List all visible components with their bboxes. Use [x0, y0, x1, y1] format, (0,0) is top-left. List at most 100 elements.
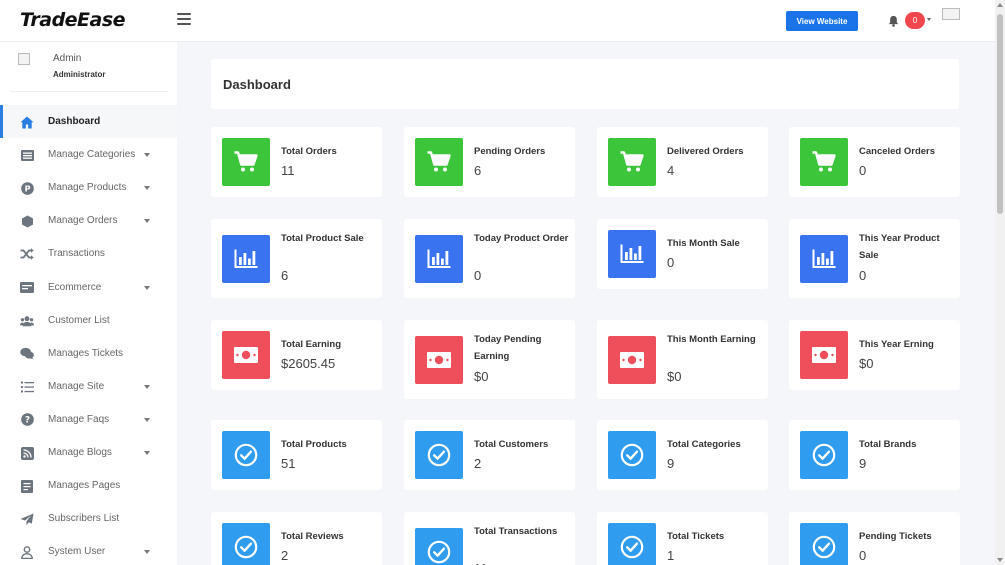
sidebar-item-customer-list[interactable]: Customer List: [0, 304, 177, 337]
sidebar-item-ecommerce[interactable]: Ecommerce: [0, 271, 177, 304]
page-title: Dashboard: [223, 77, 291, 92]
money-bill-icon: [222, 331, 270, 379]
scroll-up-arrow-icon[interactable]: [997, 3, 1003, 7]
app-logo[interactable]: TradeEase: [20, 9, 126, 31]
stat-card-total-customers[interactable]: Total Customers 2: [404, 420, 575, 490]
stat-card-value: 11: [474, 561, 488, 565]
stat-card-this-month-sale[interactable]: This Month Sale 0: [597, 219, 768, 289]
notification-count-badge[interactable]: 0: [905, 12, 925, 29]
sidebar-item-manage-orders[interactable]: Manage Orders: [0, 204, 177, 237]
admin-name: Admin: [53, 53, 82, 64]
sidebar-item-manages-pages[interactable]: Manages Pages: [0, 469, 177, 502]
stat-card-label: This Year Product Sale: [859, 233, 940, 261]
stat-card-this-year-erning[interactable]: This Year Erning $0: [789, 320, 960, 390]
chevron-down-icon[interactable]: [927, 18, 931, 21]
sidebar-item-label: Manage Products: [48, 182, 127, 194]
stat-card-total-transactions[interactable]: Total Transactions 11: [404, 512, 575, 565]
stat-card-value: 9: [667, 456, 675, 471]
stat-card-label: Total Tickets: [667, 531, 725, 542]
sidebar-item-manage-site[interactable]: Manage Site: [0, 370, 177, 403]
stat-card-value: 6: [474, 163, 482, 178]
stat-card-value: $0: [474, 369, 489, 384]
stat-card-total-earning[interactable]: Total Earning $2605.45: [211, 320, 382, 390]
bar-chart-icon: [800, 234, 848, 283]
sidebar-item-manage-blogs[interactable]: Manage Blogs: [0, 436, 177, 469]
stat-card-total-products[interactable]: Total Products 51: [211, 420, 382, 490]
sidebar-item-dashboard[interactable]: Dashboard: [0, 105, 177, 138]
sidebar-item-manage-categories[interactable]: Manage Categories: [0, 138, 177, 171]
stat-card-total-product-sale[interactable]: Total Product Sale 6: [211, 219, 382, 298]
scrollbar-thumb[interactable]: [997, 14, 1003, 214]
stat-card-this-month-earning[interactable]: This Month Earning $0: [597, 320, 768, 399]
stat-card-value: 2: [281, 548, 289, 563]
check-circle-icon: [415, 431, 463, 479]
stat-card-value: 0: [859, 548, 867, 563]
stat-card-value: 2: [474, 456, 482, 471]
sidebar-item-label: Manage Faqs: [48, 413, 110, 425]
stat-card-label: Total Brands: [859, 439, 917, 450]
stat-card-total-orders[interactable]: Total Orders 11: [211, 127, 382, 197]
money-bill-icon: [608, 335, 656, 384]
check-circle-icon: [222, 431, 270, 479]
check-circle-icon: [415, 527, 463, 565]
home-icon: [20, 115, 34, 129]
stat-card-today-pending-earning[interactable]: Today Pending Earning $0: [404, 320, 575, 399]
stat-card-this-year-product-sale[interactable]: This Year Product Sale 0: [789, 219, 960, 298]
stat-card-label: This Month Sale: [667, 238, 740, 249]
stat-card-canceled-orders[interactable]: Canceled Orders 0: [789, 127, 960, 197]
sidebar-item-subscribers-list[interactable]: Subscribers List: [0, 502, 177, 535]
sidebar-item-manages-tickets[interactable]: Manages Tickets: [0, 337, 177, 370]
stat-card-label: Total Categories: [667, 439, 741, 450]
cart-icon: [415, 138, 463, 186]
sidebar-item-system-user[interactable]: System User: [0, 535, 177, 565]
money-bill-icon: [415, 335, 463, 384]
stat-card-value: 0: [474, 268, 482, 283]
check-circle-icon: [800, 431, 848, 479]
stat-card-label: Total Product Sale: [281, 233, 364, 244]
check-circle-icon: [608, 431, 656, 479]
stat-card-value: $0: [667, 369, 682, 384]
stat-card-total-reviews[interactable]: Total Reviews 2: [211, 512, 382, 565]
stat-card-value: 51: [281, 456, 296, 471]
stat-card-today-product-order[interactable]: Today Product Order 0: [404, 219, 575, 298]
sidebar-item-label: Dashboard: [48, 116, 101, 127]
stat-card-value: 9: [859, 456, 867, 471]
stat-card-pending-orders[interactable]: Pending Orders 6: [404, 127, 575, 197]
chevron-down-icon: [144, 550, 150, 555]
card-icon: [20, 281, 34, 295]
money-bill-icon: [800, 331, 848, 379]
menu-toggle-icon[interactable]: [177, 13, 191, 25]
top-navbar: TradeEase View Website 0: [0, 0, 995, 42]
stat-card-label: Today Pending Earning: [474, 334, 542, 362]
box-icon: [20, 214, 34, 228]
stat-card-label: This Year Erning: [859, 339, 934, 350]
stat-card-label: Pending Tickets: [859, 531, 932, 542]
stat-card-pending-tickets[interactable]: Pending Tickets 0: [789, 512, 960, 565]
question-icon: ?: [20, 413, 34, 427]
sidebar-item-manage-faqs[interactable]: ? Manage Faqs: [0, 403, 177, 436]
user-avatar[interactable]: [942, 8, 960, 20]
sidebar: Admin Administrator Dashboard Manage Cate…: [0, 42, 177, 565]
chevron-down-icon: [144, 285, 150, 290]
bell-icon[interactable]: [887, 14, 900, 28]
chevron-down-icon: [144, 186, 150, 191]
stat-card-label: Total Reviews: [281, 531, 344, 542]
scroll-down-arrow-icon[interactable]: [997, 558, 1003, 562]
sidebar-item-label: Customer List: [48, 314, 110, 326]
view-website-button[interactable]: View Website: [786, 11, 858, 31]
page-scrollbar[interactable]: [995, 0, 1005, 565]
sidebar-divider: [10, 91, 168, 92]
stat-card-total-tickets[interactable]: Total Tickets 1: [597, 512, 768, 565]
stat-card-total-categories[interactable]: Total Categories 9: [597, 420, 768, 490]
sidebar-item-label: Manages Tickets: [48, 347, 124, 359]
stat-card-delivered-orders[interactable]: Delivered Orders 4: [597, 127, 768, 197]
stat-card-total-brands[interactable]: Total Brands 9: [789, 420, 960, 490]
stat-card-label: Canceled Orders: [859, 146, 936, 157]
chevron-down-icon: [144, 153, 150, 158]
sidebar-item-transactions[interactable]: Transactions: [0, 237, 177, 270]
sidebar-item-manage-products[interactable]: P Manage Products: [0, 171, 177, 204]
stat-card-value: $2605.45: [281, 356, 336, 371]
chevron-down-icon: [144, 451, 150, 455]
sidebar-item-label: Subscribers List: [48, 513, 120, 525]
page-icon: [20, 479, 34, 493]
